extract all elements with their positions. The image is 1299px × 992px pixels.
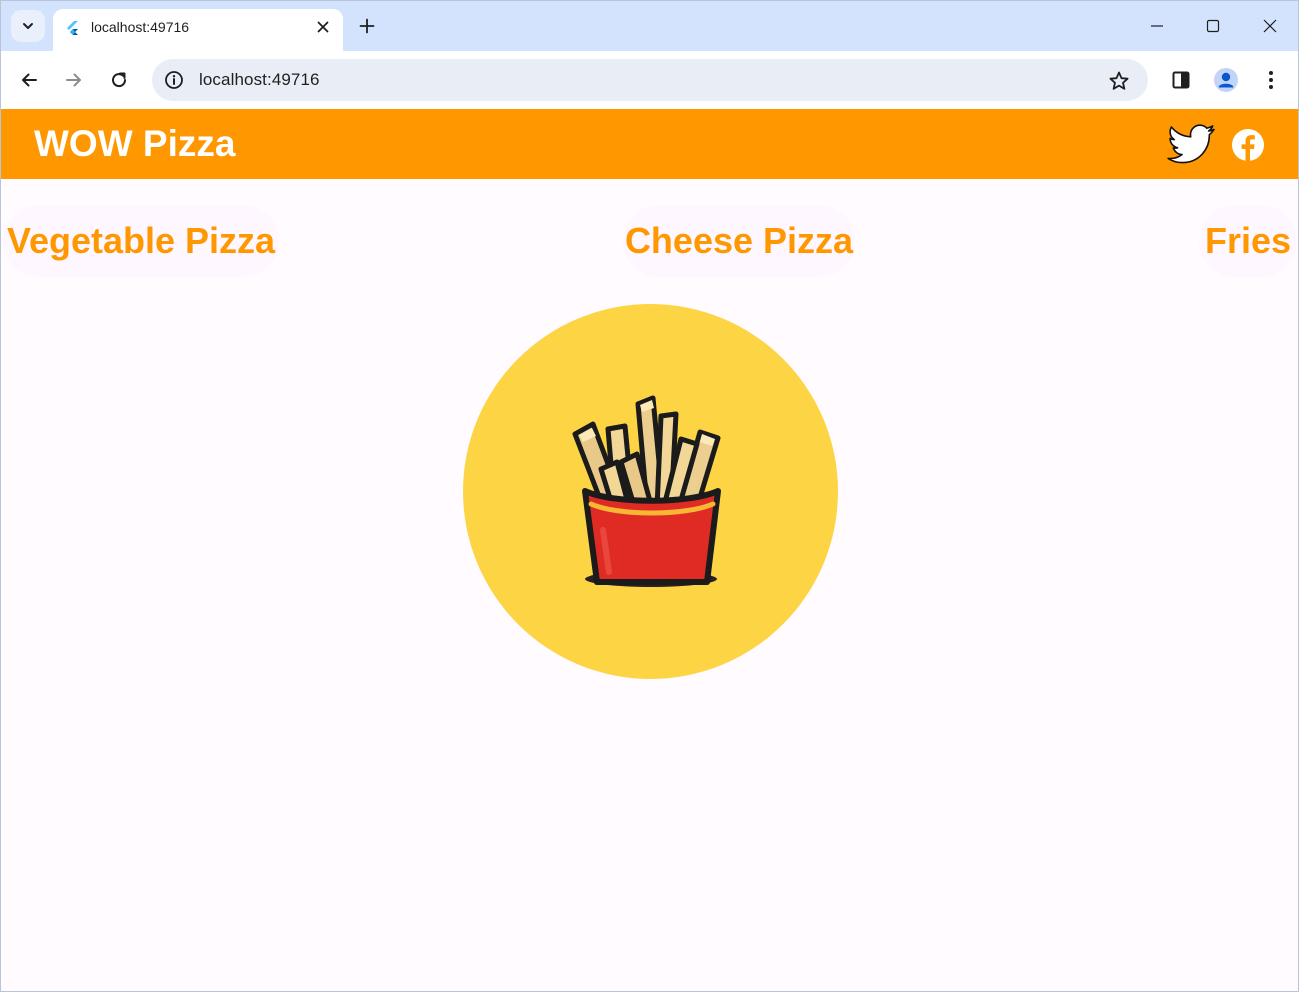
arrow-left-icon: [22, 73, 37, 87]
app-bar: WOW Pizza: [1, 109, 1298, 179]
reload-button[interactable]: [102, 63, 136, 97]
menu-button-fries[interactable]: Fries: [1199, 205, 1297, 277]
minimize-button[interactable]: [1134, 11, 1180, 41]
bookmark-button[interactable]: [1105, 67, 1133, 95]
food-image-circle: [463, 304, 838, 679]
browser-toolbar: localhost:49716: [1, 51, 1298, 109]
side-panel-button[interactable]: [1164, 63, 1198, 97]
site-info-button[interactable]: [161, 67, 187, 93]
tab-close-button[interactable]: [311, 15, 335, 39]
flutter-favicon-icon: [67, 21, 78, 35]
menu-button-vegetable-pizza[interactable]: Vegetable Pizza: [3, 205, 279, 277]
url-text: localhost:49716: [199, 70, 320, 89]
minimize-icon: [1151, 25, 1163, 27]
profile-button[interactable]: [1209, 63, 1243, 97]
browser-tab[interactable]: localhost:49716: [53, 9, 343, 51]
reload-icon: [112, 72, 127, 88]
facebook-icon[interactable]: [1231, 128, 1265, 162]
forward-button[interactable]: [57, 63, 91, 97]
close-icon: [1263, 19, 1277, 33]
new-tab-button[interactable]: [353, 12, 381, 40]
star-icon: [1109, 71, 1129, 90]
window-close-button[interactable]: [1247, 11, 1293, 41]
chevron-down-icon: [23, 23, 33, 29]
tab-title: localhost:49716: [91, 19, 190, 35]
info-icon: [165, 71, 183, 89]
back-button[interactable]: [12, 63, 46, 97]
maximize-icon: [1206, 19, 1220, 33]
arrow-right-icon: [66, 73, 81, 87]
browser-window: localhost:49716 localhost:49716 WOW Pizz…: [0, 0, 1299, 992]
app-title: WOW Pizza: [34, 123, 236, 164]
maximize-button[interactable]: [1190, 11, 1236, 41]
plus-icon: [359, 18, 375, 34]
close-icon: [317, 21, 329, 33]
address-bar[interactable]: localhost:49716: [152, 59, 1148, 101]
twitter-icon[interactable]: [1167, 123, 1217, 165]
menu-button-cheese-pizza[interactable]: Cheese Pizza: [623, 205, 855, 277]
fries-icon: [572, 395, 721, 587]
side-panel-icon: [1172, 71, 1190, 89]
main-content: Vegetable Pizza Cheese Pizza Fries: [1, 179, 1298, 991]
tab-search-button[interactable]: [11, 10, 45, 42]
menu-button[interactable]: [1254, 63, 1288, 97]
avatar-icon: [1214, 68, 1238, 92]
tab-strip: localhost:49716: [1, 1, 1298, 51]
more-vertical-icon: [1269, 71, 1273, 89]
